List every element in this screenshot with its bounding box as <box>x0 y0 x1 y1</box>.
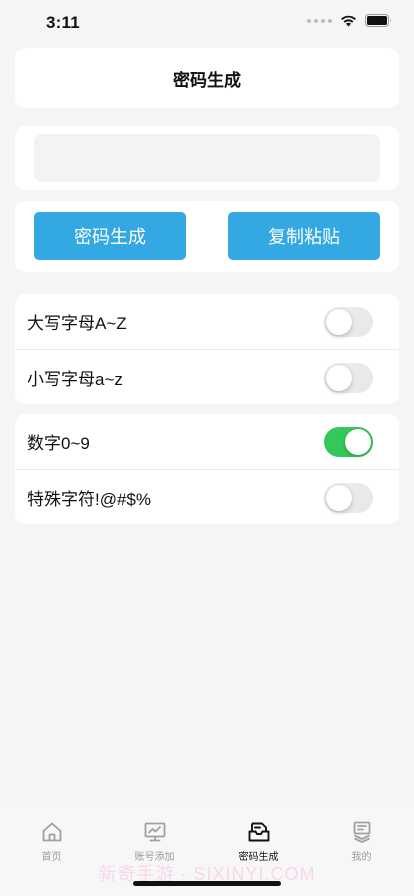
uppercase-toggle[interactable] <box>324 306 373 337</box>
home-icon <box>42 822 61 842</box>
lowercase-toggle[interactable] <box>324 362 373 393</box>
letter-options-card: 大写字母A~Z 小写字母a~z <box>15 294 399 404</box>
option-label-special: 特殊字符!@#$% <box>27 490 152 509</box>
password-output-card <box>15 126 399 190</box>
option-label-digits: 数字0~9 <box>27 434 90 453</box>
toggle-knob <box>326 364 352 391</box>
digits-toggle[interactable] <box>324 426 373 457</box>
other-options-card: 数字0~9 特殊字符!@#$% <box>15 414 399 524</box>
option-row-special: 特殊字符!@#$% <box>15 469 399 524</box>
inbox-icon <box>248 822 269 842</box>
toggle-knob <box>326 308 352 335</box>
option-label-uppercase: 大写字母A~Z <box>27 314 127 333</box>
toggle-knob <box>345 428 371 455</box>
option-row-uppercase: 大写字母A~Z <box>15 294 399 349</box>
page-title: 密码生成 <box>173 70 241 90</box>
cellular-signal-icon <box>307 18 332 23</box>
actions-card: 密码生成 复制粘贴 <box>15 201 399 272</box>
generate-password-button[interactable]: 密码生成 <box>34 212 186 260</box>
home-indicator <box>133 881 281 886</box>
password-output-field[interactable] <box>34 134 380 182</box>
wifi-icon <box>341 15 356 26</box>
monitor-chart-icon <box>144 822 165 842</box>
status-icons <box>307 14 392 27</box>
copy-paste-button[interactable]: 复制粘贴 <box>228 212 380 260</box>
special-chars-toggle[interactable] <box>324 482 373 513</box>
status-bar: 3:11 <box>0 0 414 44</box>
header-card: 密码生成 <box>15 48 399 108</box>
toggle-knob <box>326 484 352 511</box>
option-label-lowercase: 小写字母a~z <box>27 370 123 389</box>
option-row-lowercase: 小写字母a~z <box>15 349 399 404</box>
battery-icon <box>365 14 391 27</box>
option-row-digits: 数字0~9 <box>15 414 399 469</box>
document-stack-icon <box>353 821 370 843</box>
status-time: 3:11 <box>46 13 80 32</box>
